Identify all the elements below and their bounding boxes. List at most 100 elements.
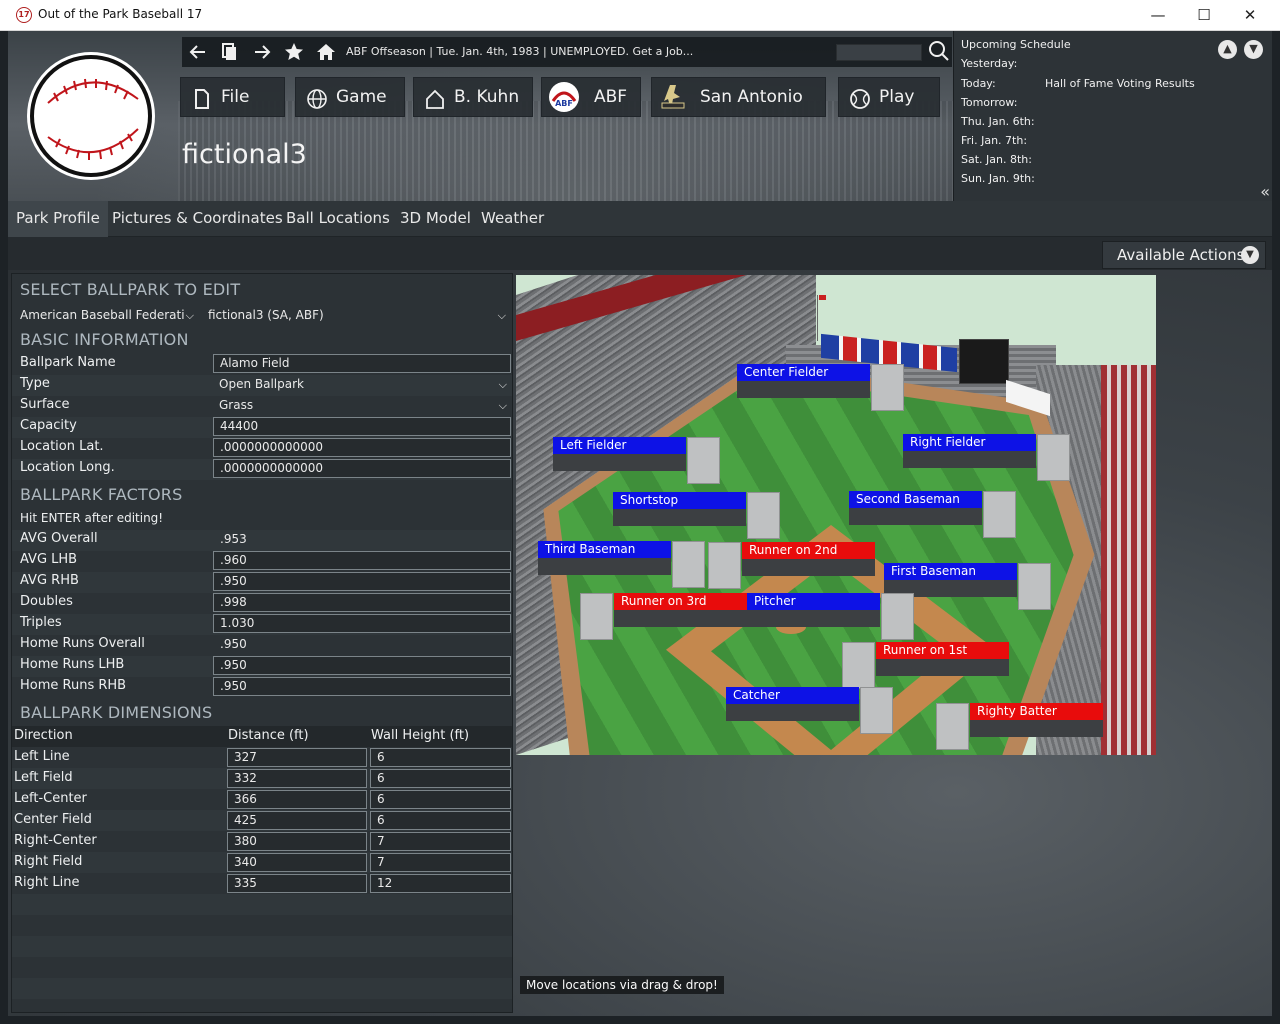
position-marker-first-baseman[interactable]: First Baseman xyxy=(884,563,1051,610)
factor-input[interactable]: .950 xyxy=(213,572,511,591)
position-marker-center-fielder[interactable]: Center Fielder xyxy=(737,364,904,411)
ballpark-name-input[interactable]: Alamo Field xyxy=(213,354,511,373)
latitude-input[interactable]: .0000000000000 xyxy=(213,438,511,457)
schedule-day: Tomorrow: xyxy=(961,96,1018,109)
star-icon[interactable] xyxy=(282,41,306,65)
section-heading: SELECT BALLPARK TO EDIT xyxy=(20,280,241,299)
factor-label: Home Runs Overall xyxy=(20,636,145,651)
wall-height-input[interactable]: 7 xyxy=(370,853,511,872)
ballpark-3d-view[interactable]: Center Fielder Left Fielder Right Fielde… xyxy=(516,275,1156,755)
menu-game-button[interactable]: Game xyxy=(295,77,405,117)
header: ABF Offseason | Tue. Jan. 4th, 1983 | UN… xyxy=(8,31,1272,201)
dimension-direction: Left Field xyxy=(14,770,73,785)
position-marker-left-fielder[interactable]: Left Fielder xyxy=(553,437,720,484)
menu-league-button[interactable]: ABF ABF xyxy=(541,77,641,117)
factor-input[interactable]: .950 xyxy=(213,677,511,696)
position-marker-runner-on-2nd[interactable]: Runner on 2nd xyxy=(708,542,875,589)
tab-3d-model[interactable]: 3D Model xyxy=(392,201,479,237)
back-arrow-icon[interactable] xyxy=(186,41,210,65)
factor-input[interactable]: .960 xyxy=(213,551,511,570)
schedule-day: Sun. Jan. 9th: xyxy=(961,172,1035,185)
collapse-panel-icon[interactable]: « xyxy=(1260,182,1270,201)
baseball-logo-icon[interactable] xyxy=(30,55,152,177)
field-label: Location Long. xyxy=(20,460,115,475)
position-marker-third-baseman[interactable]: Third Baseman xyxy=(538,541,705,588)
baseball-icon xyxy=(849,86,871,109)
dimensions-table-header: Direction Distance (ft) Wall Height (ft) xyxy=(12,726,512,747)
position-marker-righty-batter[interactable]: Righty Batter xyxy=(936,703,1103,750)
search-icon[interactable] xyxy=(927,39,951,63)
distance-input[interactable]: 340 xyxy=(227,853,367,872)
schedule-event[interactable]: Hall of Fame Voting Results xyxy=(1045,77,1195,90)
main-content: SELECT BALLPARK TO EDIT American Basebal… xyxy=(8,270,1272,1016)
factor-value: .953 xyxy=(220,532,247,546)
schedule-day: Sat. Jan. 8th: xyxy=(961,153,1032,166)
position-marker-second-baseman[interactable]: Second Baseman xyxy=(849,491,1016,538)
position-marker-shortstop[interactable]: Shortstop xyxy=(613,492,780,539)
distance-input[interactable]: 335 xyxy=(227,874,367,893)
wall-height-input[interactable]: 7 xyxy=(370,832,511,851)
distance-input[interactable]: 366 xyxy=(227,790,367,809)
menu-file-button[interactable]: File xyxy=(180,77,285,117)
scroll-down-button[interactable]: ▼ xyxy=(1244,40,1263,59)
home-icon[interactable] xyxy=(314,41,338,65)
position-marker-runner-on-1st[interactable]: Runner on 1st xyxy=(842,642,1009,689)
schedule-title: Upcoming Schedule xyxy=(961,38,1071,51)
maximize-button[interactable]: ☐ xyxy=(1181,0,1227,31)
distance-input[interactable]: 327 xyxy=(227,748,367,767)
column-header: Wall Height (ft) xyxy=(371,728,470,743)
dimension-direction: Right Field xyxy=(14,854,83,869)
factor-input[interactable]: .950 xyxy=(213,656,511,675)
distance-input[interactable]: 425 xyxy=(227,811,367,830)
surface-select[interactable]: Grass ⌵ xyxy=(213,396,511,415)
factor-input[interactable]: 1.030 xyxy=(213,614,511,633)
search-input[interactable] xyxy=(836,44,922,61)
app-window: ABF Offseason | Tue. Jan. 4th, 1983 | UN… xyxy=(8,31,1272,1016)
globe-icon xyxy=(306,86,328,109)
dimension-direction: Left Line xyxy=(14,749,70,764)
upcoming-schedule-panel: Upcoming Schedule ▲ ▼ Yesterday: Today: … xyxy=(953,31,1272,201)
factor-input[interactable]: .998 xyxy=(213,593,511,612)
distance-input[interactable]: 380 xyxy=(227,832,367,851)
available-actions-button[interactable]: Available Actions ▼ xyxy=(1102,241,1266,269)
chevron-down-icon: ⌵ xyxy=(498,378,507,391)
forward-arrow-icon[interactable] xyxy=(250,41,274,65)
wall-height-input[interactable]: 6 xyxy=(370,769,511,788)
wall-height-input[interactable]: 6 xyxy=(370,811,511,830)
scroll-up-button[interactable]: ▲ xyxy=(1218,40,1237,59)
chevron-down-icon: ⌵ xyxy=(497,309,506,322)
menu-team-button[interactable]: San Antonio xyxy=(651,77,826,117)
flag-icon xyxy=(819,295,826,300)
close-button[interactable]: ✕ xyxy=(1227,0,1273,31)
column-header: Distance (ft) xyxy=(228,728,309,743)
capacity-input[interactable]: 44400 xyxy=(213,417,511,436)
edit-hint: Hit ENTER after editing! xyxy=(20,511,164,525)
tab-pictures-coordinates[interactable]: Pictures & Coordinates xyxy=(104,201,291,237)
field-label: Type xyxy=(20,376,50,391)
dimension-direction: Right Line xyxy=(14,875,80,890)
factor-value: .950 xyxy=(220,637,247,651)
wall-height-input[interactable]: 12 xyxy=(370,874,511,893)
longitude-input[interactable]: .0000000000000 xyxy=(213,459,511,478)
menu-manager-button[interactable]: B. Kuhn xyxy=(413,77,533,117)
league-select[interactable]: American Baseball Federati ⌵ xyxy=(14,306,198,325)
position-marker-right-fielder[interactable]: Right Fielder xyxy=(903,434,1070,481)
ballpark-type-select[interactable]: Open Ballpark ⌵ xyxy=(213,375,511,394)
tab-park-profile[interactable]: Park Profile xyxy=(8,201,108,237)
wall-height-input[interactable]: 6 xyxy=(370,748,511,767)
minimize-button[interactable]: — xyxy=(1135,0,1181,31)
wall-height-input[interactable]: 6 xyxy=(370,790,511,809)
distance-input[interactable]: 332 xyxy=(227,769,367,788)
position-marker-pitcher[interactable]: Pitcher xyxy=(747,593,914,640)
window-title: Out of the Park Baseball 17 xyxy=(38,7,203,21)
app-icon: 17 xyxy=(16,7,32,23)
scoreboard xyxy=(959,339,1009,384)
tab-ball-locations[interactable]: Ball Locations xyxy=(278,201,398,237)
top-nav-bar: ABF Offseason | Tue. Jan. 4th, 1983 | UN… xyxy=(182,37,952,67)
position-marker-catcher[interactable]: Catcher xyxy=(726,687,893,734)
ballpark-select[interactable]: fictional3 (SA, ABF) ⌵ xyxy=(202,306,510,325)
position-marker-runner-on-3rd[interactable]: Runner on 3rd xyxy=(580,593,747,640)
menu-play-button[interactable]: Play xyxy=(838,77,940,117)
copy-icon[interactable] xyxy=(218,41,242,65)
tab-weather[interactable]: Weather xyxy=(473,201,552,237)
